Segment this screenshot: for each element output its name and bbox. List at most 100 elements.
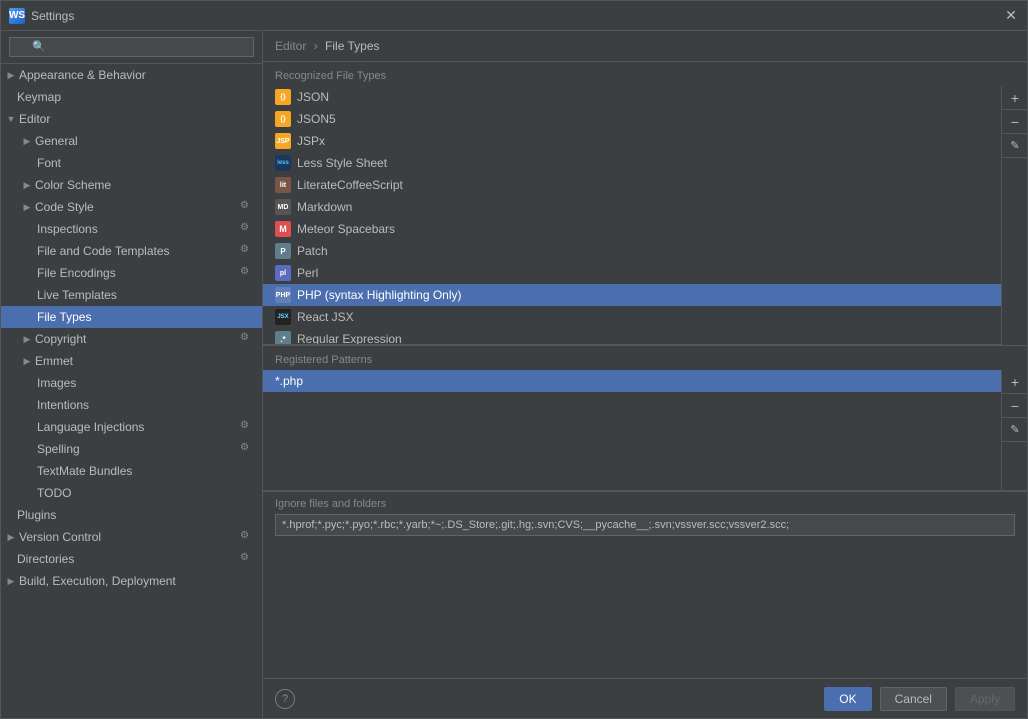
main-layout: 🔍 ▶ Appearance & Behavior Keymap ▼ Edit: [1, 31, 1027, 718]
file-icon: PHP: [275, 287, 291, 303]
breadcrumb-current: File Types: [325, 39, 379, 53]
add-pattern-button[interactable]: +: [1002, 370, 1027, 394]
sidebar-item-inspections[interactable]: Inspections ⚙: [1, 218, 262, 240]
ok-button[interactable]: OK: [824, 687, 871, 711]
sidebar-item-editor[interactable]: ▼ Editor: [1, 108, 262, 130]
file-type-json5[interactable]: {} JSON5: [263, 108, 1001, 130]
sidebar-item-label: Build, Execution, Deployment: [19, 574, 254, 588]
sidebar-item-file-types[interactable]: File Types: [1, 306, 262, 328]
add-file-type-button[interactable]: +: [1002, 86, 1027, 110]
file-type-literate[interactable]: lit LiterateCoffeeScript: [263, 174, 1001, 196]
sidebar-item-version-control[interactable]: ▶ Version Control ⚙: [1, 526, 262, 548]
file-type-name: Patch: [297, 244, 328, 258]
edit-pattern-button[interactable]: ✎: [1002, 418, 1027, 442]
file-type-patch[interactable]: P Patch: [263, 240, 1001, 262]
sidebar-item-label: Language Injections: [37, 420, 240, 434]
file-types-list: {} JSON {} JSON5 JSP JSPx: [263, 86, 1001, 345]
sidebar-item-intentions[interactable]: Intentions: [1, 394, 262, 416]
window-title: Settings: [31, 9, 1003, 23]
file-type-react-jsx[interactable]: JSX React JSX: [263, 306, 1001, 328]
search-input[interactable]: [9, 37, 254, 57]
sidebar-item-live-templates[interactable]: Live Templates: [1, 284, 262, 306]
app-icon: WS: [9, 8, 25, 24]
file-types-panel: Recognized File Types {} JSON {} JSON5: [263, 62, 1027, 678]
sidebar-item-language-injections[interactable]: Language Injections ⚙: [1, 416, 262, 438]
apply-button[interactable]: Apply: [955, 687, 1015, 711]
sidebar-item-label: Plugins: [17, 508, 254, 522]
sidebar-item-color-scheme[interactable]: ▶ Color Scheme: [1, 174, 262, 196]
sidebar-item-label: Intentions: [37, 398, 254, 412]
file-type-name: JSON5: [297, 112, 336, 126]
close-button[interactable]: ✕: [1003, 8, 1019, 24]
sidebar-item-directories[interactable]: Directories ⚙: [1, 548, 262, 570]
remove-pattern-button[interactable]: −: [1002, 394, 1027, 418]
ignore-input[interactable]: [275, 514, 1015, 536]
sidebar-item-label: Emmet: [35, 354, 254, 368]
sidebar-item-images[interactable]: Images: [1, 372, 262, 394]
sidebar-item-label: Version Control: [19, 530, 240, 544]
file-type-name: Regular Expression: [297, 332, 402, 345]
sidebar-item-label: Inspections: [37, 222, 240, 236]
footer-right: OK Cancel Apply: [824, 687, 1015, 711]
settings-icon: ⚙: [240, 552, 254, 566]
sidebar-item-copyright[interactable]: ▶ Copyright ⚙: [1, 328, 262, 350]
sidebar-item-emmet[interactable]: ▶ Emmet: [1, 350, 262, 372]
file-types-controls: + − ✎: [1001, 86, 1027, 345]
sidebar-item-plugins[interactable]: Plugins: [1, 504, 262, 526]
registered-patterns-label: Registered Patterns: [263, 346, 1027, 370]
settings-icon: ⚙: [240, 266, 254, 280]
expand-icon: ▶: [21, 333, 33, 345]
settings-icon: ⚙: [240, 222, 254, 236]
edit-file-type-button[interactable]: ✎: [1002, 134, 1027, 158]
settings-icon: ⚙: [240, 332, 254, 346]
dialog-footer: ? OK Cancel Apply: [263, 678, 1027, 718]
sidebar-item-code-style[interactable]: ▶ Code Style ⚙: [1, 196, 262, 218]
file-type-regex[interactable]: .* Regular Expression: [263, 328, 1001, 345]
file-type-name: React JSX: [297, 310, 354, 324]
settings-icon: ⚙: [240, 420, 254, 434]
file-icon: lit: [275, 177, 291, 193]
footer-left: ?: [275, 689, 295, 709]
file-icon: JSX: [275, 309, 291, 325]
file-icon: MD: [275, 199, 291, 215]
settings-icon: ⚙: [240, 442, 254, 456]
title-bar: WS Settings ✕: [1, 1, 1027, 31]
sidebar-item-label: Live Templates: [37, 288, 254, 302]
expand-icon: ▶: [21, 179, 33, 191]
patterns-list: *.php: [263, 370, 1001, 490]
sidebar-item-todo[interactable]: TODO: [1, 482, 262, 504]
sidebar-item-textmate[interactable]: TextMate Bundles: [1, 460, 262, 482]
file-type-name: Perl: [297, 266, 318, 280]
sidebar-item-build[interactable]: ▶ Build, Execution, Deployment: [1, 570, 262, 592]
sidebar-item-label: TextMate Bundles: [37, 464, 254, 478]
sidebar-item-file-code-templates[interactable]: File and Code Templates ⚙: [1, 240, 262, 262]
file-type-meteor[interactable]: M Meteor Spacebars: [263, 218, 1001, 240]
recognized-file-types-list-container: {} JSON {} JSON5 JSP JSPx: [263, 86, 1027, 346]
help-button[interactable]: ?: [275, 689, 295, 709]
recognized-file-types-label: Recognized File Types: [263, 62, 1027, 86]
file-type-json[interactable]: {} JSON: [263, 86, 1001, 108]
file-type-php[interactable]: PHP PHP (syntax Highlighting Only): [263, 284, 1001, 306]
expand-icon: ▶: [5, 531, 17, 543]
pattern-php[interactable]: *.php: [263, 370, 1001, 392]
file-type-less[interactable]: less Less Style Sheet: [263, 152, 1001, 174]
remove-file-type-button[interactable]: −: [1002, 110, 1027, 134]
sidebar-item-spelling[interactable]: Spelling ⚙: [1, 438, 262, 460]
sidebar-item-label: TODO: [37, 486, 254, 500]
search-box: 🔍: [1, 31, 262, 64]
sidebar-item-label: Spelling: [37, 442, 240, 456]
file-type-perl[interactable]: pl Perl: [263, 262, 1001, 284]
registered-patterns-section: Registered Patterns *.php + − ✎: [263, 346, 1027, 491]
sidebar-item-keymap[interactable]: Keymap: [1, 86, 262, 108]
cancel-button[interactable]: Cancel: [880, 687, 947, 711]
sidebar-item-label: File Types: [37, 310, 254, 324]
breadcrumb-separator: ›: [314, 39, 318, 53]
sidebar-item-appearance[interactable]: ▶ Appearance & Behavior: [1, 64, 262, 86]
sidebar-item-general[interactable]: ▶ General: [1, 130, 262, 152]
sidebar-item-font[interactable]: Font: [1, 152, 262, 174]
file-type-jspx[interactable]: JSP JSPx: [263, 130, 1001, 152]
file-type-markdown[interactable]: MD Markdown: [263, 196, 1001, 218]
sidebar-item-file-encodings[interactable]: File Encodings ⚙: [1, 262, 262, 284]
sidebar-item-label: Copyright: [35, 332, 240, 346]
patterns-controls: + − ✎: [1001, 370, 1027, 490]
